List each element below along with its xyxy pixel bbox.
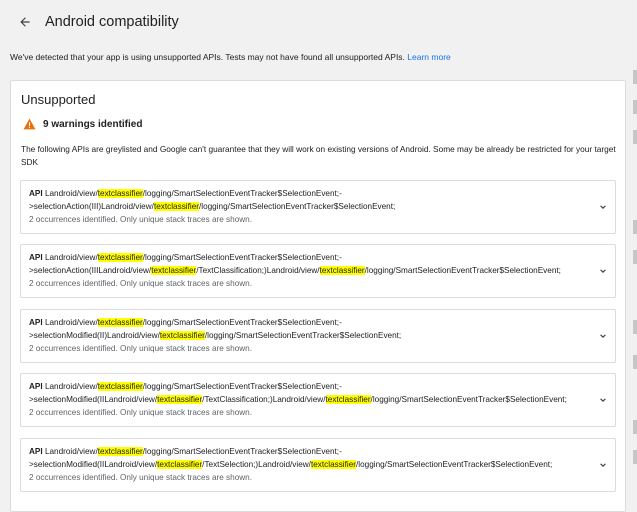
occurrences-text: 2 occurrences identified. Only unique st…	[29, 408, 252, 417]
chevron-down-icon[interactable]	[599, 332, 607, 340]
occurrences-text: 2 occurrences identified. Only unique st…	[29, 344, 252, 353]
warning-count: 9 warnings identified	[43, 118, 143, 130]
chevron-down-icon[interactable]	[599, 396, 607, 404]
api-text: /logging/SmartSelectionEventTracker$Sele…	[142, 253, 342, 262]
search-highlight: textclassifier	[151, 266, 197, 275]
api-text: Landroid/view/	[44, 253, 98, 262]
unsupported-card: Unsupported 9 warnings identified The fo…	[10, 80, 626, 512]
api-text: /logging/SmartSelectionEventTracker$Sele…	[198, 202, 396, 211]
notice-message: We've detected that your app is using un…	[10, 52, 405, 62]
api-label: API	[29, 382, 43, 391]
api-text: Landroid/view/	[44, 447, 98, 456]
api-signature: API Landroid/view/textclassifier/logging…	[29, 445, 601, 484]
notice-text: We've detected that your app is using un…	[10, 52, 451, 62]
search-highlight: textclassifier	[153, 202, 199, 211]
api-text: /TextSelection;)Landroid/view/	[202, 460, 311, 469]
search-highlight: textclassifier	[325, 395, 371, 404]
occurrences-text: 2 occurrences identified. Only unique st…	[29, 279, 252, 288]
api-text: /logging/SmartSelectionEventTracker$Sele…	[142, 447, 342, 456]
learn-more-link[interactable]: Learn more	[407, 52, 450, 62]
back-arrow-icon[interactable]	[15, 12, 35, 32]
api-text: Landroid/view/	[44, 382, 98, 391]
api-text: /logging/SmartSelectionEventTracker$Sele…	[364, 266, 561, 275]
search-highlight: textclassifier	[159, 331, 205, 340]
api-signature: API Landroid/view/textclassifier/logging…	[29, 251, 601, 290]
search-highlight: textclassifier	[97, 189, 143, 198]
search-highlight: textclassifier	[97, 382, 143, 391]
occurrences-text: 2 occurrences identified. Only unique st…	[29, 215, 252, 224]
api-label: API	[29, 189, 43, 198]
api-text: /TextClassification;)Landroid/view/	[202, 395, 326, 404]
api-text: /logging/SmartSelectionEventTracker$Sele…	[356, 460, 553, 469]
api-text: /logging/SmartSelectionEventTracker$Sele…	[142, 318, 342, 327]
api-text: /logging/SmartSelectionEventTracker$Sele…	[142, 382, 342, 391]
card-description: The following APIs are greylisted and Go…	[21, 144, 616, 167]
search-highlight: textclassifier	[319, 266, 365, 275]
app-header: Android compatibility	[0, 0, 637, 44]
api-warning-item[interactable]: API Landroid/view/textclassifier/logging…	[20, 244, 616, 298]
card-title: Unsupported	[21, 92, 96, 107]
search-highlight: textclassifier	[157, 395, 203, 404]
api-warning-item[interactable]: API Landroid/view/textclassifier/logging…	[20, 438, 616, 492]
search-highlight: textclassifier	[157, 460, 203, 469]
api-text: >selectionAction(IIILandroid/view/	[29, 266, 152, 275]
search-highlight: textclassifier	[310, 460, 356, 469]
api-text: >selectionModified(IILandroid/view/	[29, 395, 158, 404]
api-text: /logging/SmartSelectionEventTracker$Sele…	[370, 395, 567, 404]
api-signature: API Landroid/view/textclassifier/logging…	[29, 380, 601, 419]
page-title: Android compatibility	[45, 14, 179, 30]
chevron-down-icon[interactable]	[599, 203, 607, 211]
api-text: Landroid/view/	[44, 318, 98, 327]
api-text: >selectionAction(III)Landroid/view/	[29, 202, 154, 211]
api-text: /logging/SmartSelectionEventTracker$Sele…	[142, 189, 342, 198]
api-signature: API Landroid/view/textclassifier/logging…	[29, 316, 601, 355]
api-label: API	[29, 318, 43, 327]
api-text: >selectionModified(II)Landroid/view/	[29, 331, 160, 340]
chevron-down-icon[interactable]	[599, 461, 607, 469]
search-highlight: textclassifier	[97, 447, 143, 456]
api-warning-item[interactable]: API Landroid/view/textclassifier/logging…	[20, 180, 616, 234]
api-text: Landroid/view/	[44, 189, 98, 198]
api-warning-item[interactable]: API Landroid/view/textclassifier/logging…	[20, 373, 616, 427]
api-text: /logging/SmartSelectionEventTracker$Sele…	[204, 331, 402, 340]
api-signature: API Landroid/view/textclassifier/logging…	[29, 187, 601, 226]
warning-icon	[23, 118, 36, 130]
api-warning-item[interactable]: API Landroid/view/textclassifier/logging…	[20, 309, 616, 363]
chevron-down-icon[interactable]	[599, 267, 607, 275]
search-highlight: textclassifier	[97, 253, 143, 262]
occurrences-text: 2 occurrences identified. Only unique st…	[29, 473, 252, 482]
search-highlight: textclassifier	[97, 318, 143, 327]
api-text: >selectionModified(IILandroid/view/	[29, 460, 158, 469]
api-label: API	[29, 447, 43, 456]
api-text: /TextClassification;)Landroid/view/	[196, 266, 320, 275]
api-label: API	[29, 253, 43, 262]
scrollbar[interactable]	[633, 70, 637, 490]
warning-summary: 9 warnings identified	[23, 118, 142, 130]
